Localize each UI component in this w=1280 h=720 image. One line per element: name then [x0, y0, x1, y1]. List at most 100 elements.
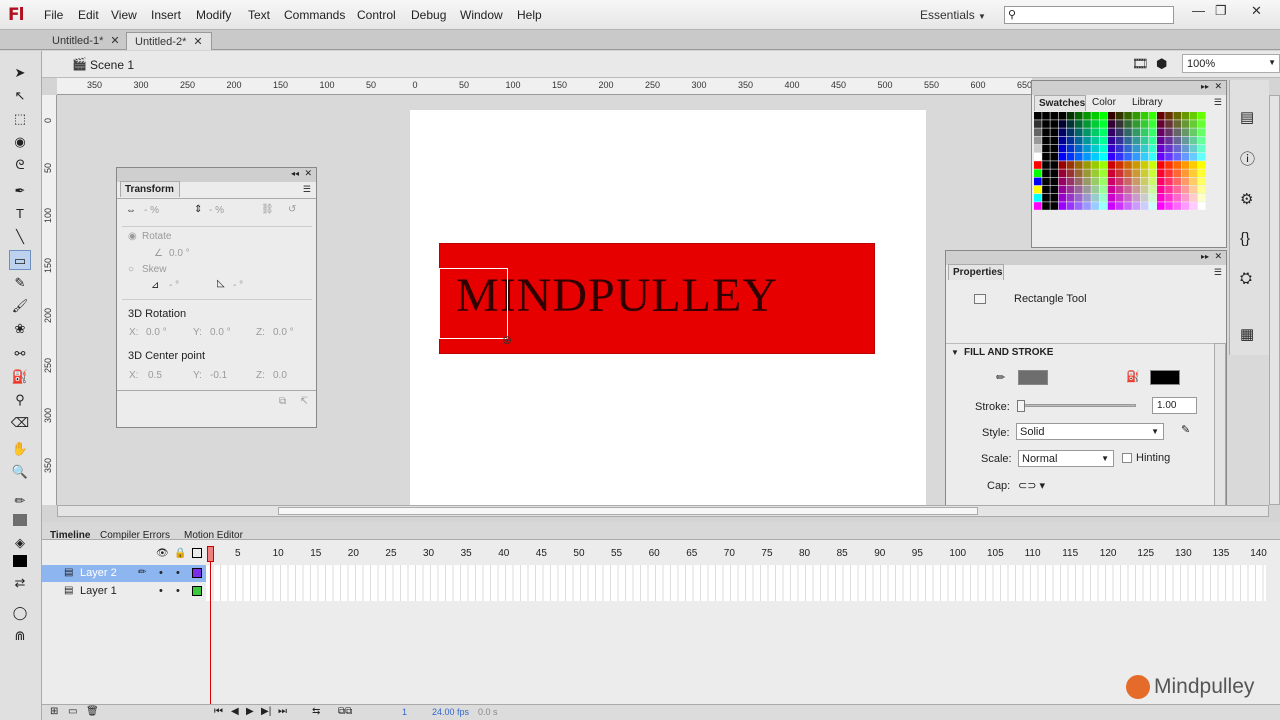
swatch-cell[interactable] [1173, 144, 1181, 153]
swatch-cell[interactable] [1075, 202, 1083, 210]
remove-transform-icon[interactable]: ↸ [300, 396, 308, 407]
menu-file[interactable]: File [44, 8, 63, 22]
swatch-cell[interactable] [1132, 120, 1140, 128]
swatch-cell[interactable] [1058, 202, 1067, 210]
swatch-cell[interactable] [1132, 185, 1140, 194]
swatch-cell[interactable] [1066, 202, 1075, 210]
swatch-cell[interactable] [1034, 153, 1042, 161]
scale-dropdown[interactable]: Normal ▼ [1018, 450, 1114, 467]
swatch-cell[interactable] [1189, 112, 1198, 120]
free-transform-tool-icon[interactable]: ⬚ [9, 109, 31, 129]
zoom-dropdown[interactable]: 100% ▼ [1182, 54, 1280, 73]
swatch-cell[interactable] [1099, 202, 1108, 210]
swatch-cell[interactable] [1066, 136, 1075, 145]
swatch-cell[interactable] [1058, 136, 1067, 145]
swatch-cell[interactable] [1034, 120, 1042, 128]
swatch-cell[interactable] [1107, 153, 1116, 161]
swatch-cell[interactable] [1140, 136, 1149, 145]
swatch-cell[interactable] [1116, 112, 1124, 120]
swatch-cell[interactable] [1066, 120, 1075, 128]
swatch-cell[interactable] [1083, 144, 1091, 153]
constrain-icon[interactable]: ⛓ [261, 204, 274, 215]
swatch-cell[interactable] [1083, 202, 1091, 210]
collapse-icon[interactable]: ▸▸ [1201, 252, 1209, 261]
swatch-cell[interactable] [1042, 128, 1050, 136]
layer-name[interactable]: Layer 2 [80, 567, 117, 579]
menu-debug[interactable]: Debug [411, 8, 446, 22]
swatch-cell[interactable] [1091, 161, 1099, 169]
restore-button[interactable]: ❐ [1215, 3, 1227, 19]
swatch-cell[interactable] [1140, 153, 1149, 161]
subselection-tool-icon[interactable]: ↖ [9, 86, 31, 106]
swatch-cell[interactable] [1124, 177, 1132, 186]
swatch-cell[interactable] [1198, 153, 1206, 161]
swatch-cell[interactable] [1042, 185, 1050, 194]
swatch-cell[interactable] [1099, 136, 1108, 145]
swatch-cell[interactable] [1091, 120, 1099, 128]
center-y-value[interactable]: -0.1 [210, 370, 227, 381]
menu-commands[interactable]: Commands [284, 8, 345, 22]
close-icon[interactable]: ✕ [304, 168, 312, 179]
swatch-cell[interactable] [1042, 144, 1050, 153]
swatch-cell[interactable] [1173, 194, 1181, 202]
swatch-cell[interactable] [1189, 161, 1198, 169]
swatch-cell[interactable] [1157, 169, 1165, 177]
swatch-cell[interactable] [1165, 202, 1173, 210]
swatch-cell[interactable] [1099, 194, 1108, 202]
swatch-cell[interactable] [1165, 153, 1173, 161]
outline-icon[interactable] [192, 548, 202, 558]
swatch-cell[interactable] [1091, 128, 1099, 136]
loop-icon[interactable]: ⇆ [312, 706, 320, 717]
swatch-cell[interactable] [1140, 120, 1149, 128]
panel-menu-icon[interactable]: ☰ [303, 184, 311, 195]
swatch-cell[interactable] [1132, 144, 1140, 153]
swatch-cell[interactable] [1058, 144, 1067, 153]
swatch-cell[interactable] [1189, 120, 1198, 128]
eyedropper-tool-icon[interactable]: ⚲ [9, 390, 31, 410]
swatch-cell[interactable] [1107, 194, 1116, 202]
swatch-cell[interactable] [1116, 185, 1124, 194]
swatch-cell[interactable] [1116, 177, 1124, 186]
swatch-cell[interactable] [1165, 120, 1173, 128]
tab-timeline[interactable]: Timeline [50, 530, 90, 541]
swatch-cell[interactable] [1198, 202, 1206, 210]
swatch-cell[interactable] [1198, 185, 1206, 194]
swatch-cell[interactable] [1189, 185, 1198, 194]
swatch-cell[interactable] [1132, 153, 1140, 161]
swatch-cell[interactable] [1116, 128, 1124, 136]
swatch-cell[interactable] [1124, 112, 1132, 120]
swatch-cell[interactable] [1034, 128, 1042, 136]
swatch-cell[interactable] [1107, 128, 1116, 136]
swatch-cell[interactable] [1083, 194, 1091, 202]
frame-rate[interactable]: 24.00 fps [432, 707, 469, 717]
tab-library[interactable]: Library [1132, 97, 1163, 108]
swatch-cell[interactable] [1148, 136, 1157, 145]
swatch-cell[interactable] [1140, 177, 1149, 186]
swatch-cell[interactable] [1034, 185, 1042, 194]
swatch-cell[interactable] [1050, 169, 1058, 177]
swatch-cell[interactable] [1189, 169, 1198, 177]
swatch-cell[interactable] [1058, 185, 1067, 194]
menu-view[interactable]: View [111, 8, 137, 22]
swatch-cell[interactable] [1050, 185, 1058, 194]
swatch-cell[interactable] [1034, 194, 1042, 202]
rot-z-value[interactable]: 0.0 ° [273, 327, 294, 338]
close-icon[interactable]: ✕ [1214, 251, 1222, 262]
swatch-cell[interactable] [1181, 144, 1190, 153]
swatch-cell[interactable] [1083, 128, 1091, 136]
swatch-cell[interactable] [1148, 112, 1157, 120]
swatch-cell[interactable] [1148, 177, 1157, 186]
stage-scrollbar-horizontal[interactable] [57, 505, 1269, 517]
layer-row-2[interactable]: ▤ Layer 2 ✏ • • [42, 565, 206, 582]
swatch-cell[interactable] [1042, 136, 1050, 145]
swatch-cell[interactable] [1066, 185, 1075, 194]
fill-bucket-icon[interactable]: ◈ [9, 533, 31, 553]
swatch-cell[interactable] [1099, 153, 1108, 161]
layer-row-1[interactable]: ▤ Layer 1 • • [42, 583, 206, 600]
swatch-cell[interactable] [1198, 161, 1206, 169]
swatch-cell[interactable] [1173, 202, 1181, 210]
swatch-cell[interactable] [1083, 177, 1091, 186]
swatch-cell[interactable] [1034, 112, 1042, 120]
swatch-cell[interactable] [1181, 128, 1190, 136]
swatch-cell[interactable] [1148, 185, 1157, 194]
